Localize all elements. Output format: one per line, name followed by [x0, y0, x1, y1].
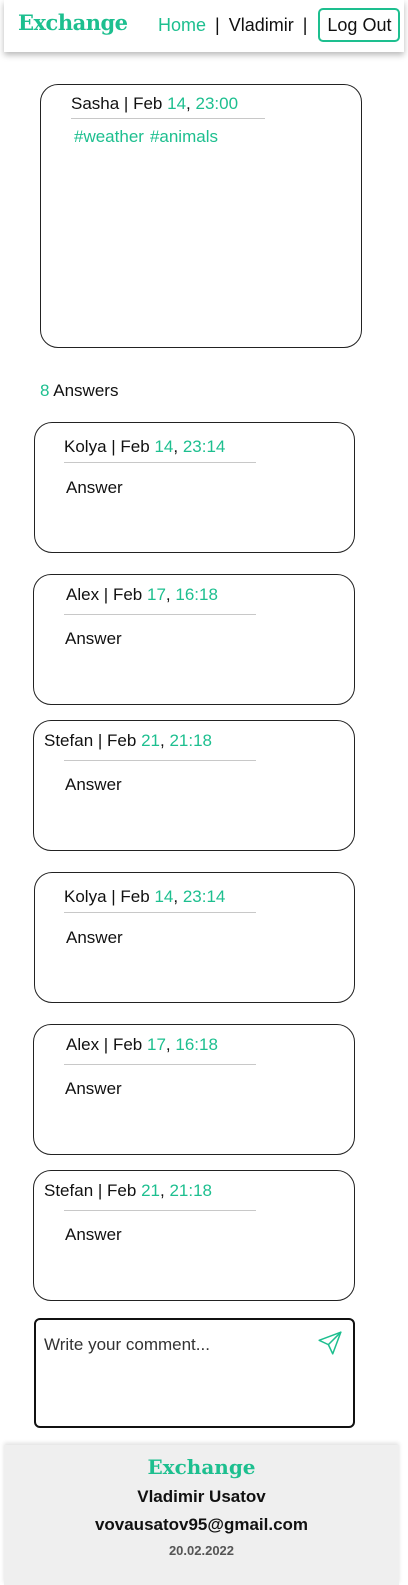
answer-card: Stefan | Feb 21, 21:18 Answer — [33, 1170, 355, 1301]
answer-card: Alex | Feb 17, 16:18 Answer — [33, 1024, 355, 1155]
answer-card: Kolya | Feb 14, 23:14 Answer — [34, 422, 355, 553]
answer-meta: Alex | Feb 17, 16:18 — [66, 585, 218, 604]
send-icon[interactable] — [317, 1330, 343, 1356]
answer-meta: Stefan | Feb 21, 21:18 — [44, 1181, 212, 1200]
author-name[interactable]: Stefan — [44, 731, 93, 750]
answer-card: Kolya | Feb 14, 23:14 Answer — [34, 872, 355, 1003]
footer-email[interactable]: vovausatov95@gmail.com — [4, 1515, 399, 1535]
meta-divider — [64, 1210, 256, 1211]
logout-button[interactable]: Log Out — [318, 8, 401, 42]
question-card: Sasha | Feb 14, 23:00 #weather #animals — [40, 84, 362, 348]
meta-divider — [64, 760, 256, 761]
meta-divider — [71, 118, 265, 119]
meta-divider — [64, 1064, 256, 1065]
answer-meta: Alex | Feb 17, 16:18 — [66, 1035, 218, 1054]
answer-card: Alex | Feb 17, 16:18 Answer — [33, 574, 355, 705]
footer-date: 20.02.2022 — [168, 1543, 235, 1558]
tag-link[interactable]: #animals — [150, 127, 218, 146]
answer-text: Answer — [66, 478, 123, 497]
author-name[interactable]: Sasha — [71, 94, 119, 113]
answer-card: Stefan | Feb 21, 21:18 Answer — [33, 720, 355, 851]
meta-divider — [64, 912, 256, 913]
question-tags: #weather #animals — [74, 127, 224, 147]
question-meta: Sasha | Feb 14, 23:00 — [71, 94, 239, 113]
nav-home-link[interactable]: Home — [158, 15, 206, 36]
answer-meta: Kolya | Feb 14, 23:14 — [64, 437, 226, 456]
answers-count: 8 Answers — [40, 381, 119, 400]
nav-separator: | — [215, 14, 220, 35]
comment-input[interactable] — [44, 1330, 309, 1360]
tag-link[interactable]: #weather — [74, 127, 144, 146]
author-name[interactable]: Stefan — [44, 1181, 93, 1200]
answer-meta: Kolya | Feb 14, 23:14 — [64, 887, 226, 906]
meta-divider — [64, 614, 256, 615]
footer-author-name: Vladimir Usatov — [137, 1487, 266, 1506]
author-name[interactable]: Alex — [66, 585, 99, 604]
answer-text: Answer — [66, 928, 123, 947]
answer-meta: Stefan | Feb 21, 21:18 — [44, 731, 212, 750]
meta-divider — [64, 462, 256, 463]
top-nav-bar: Exchange Home | Vladimir | Log Out — [4, 0, 404, 52]
footer-logo[interactable]: Exchange — [4, 1455, 399, 1479]
footer: Exchange Vladimir Usatov vovausatov95@gm… — [4, 1445, 399, 1585]
nav-links: Home | Vladimir | Log Out — [158, 8, 401, 42]
author-name[interactable]: Kolya — [64, 437, 107, 456]
answer-text: Answer — [65, 629, 122, 648]
author-name[interactable]: Alex — [66, 1035, 99, 1054]
nav-user-link[interactable]: Vladimir — [229, 15, 294, 36]
answer-text: Answer — [65, 1079, 122, 1098]
answer-text: Answer — [65, 775, 122, 794]
comment-box — [34, 1318, 355, 1428]
nav-separator: | — [302, 14, 308, 35]
author-name[interactable]: Kolya — [64, 887, 107, 906]
logo[interactable]: Exchange — [18, 10, 128, 35]
answer-text: Answer — [65, 1225, 122, 1244]
